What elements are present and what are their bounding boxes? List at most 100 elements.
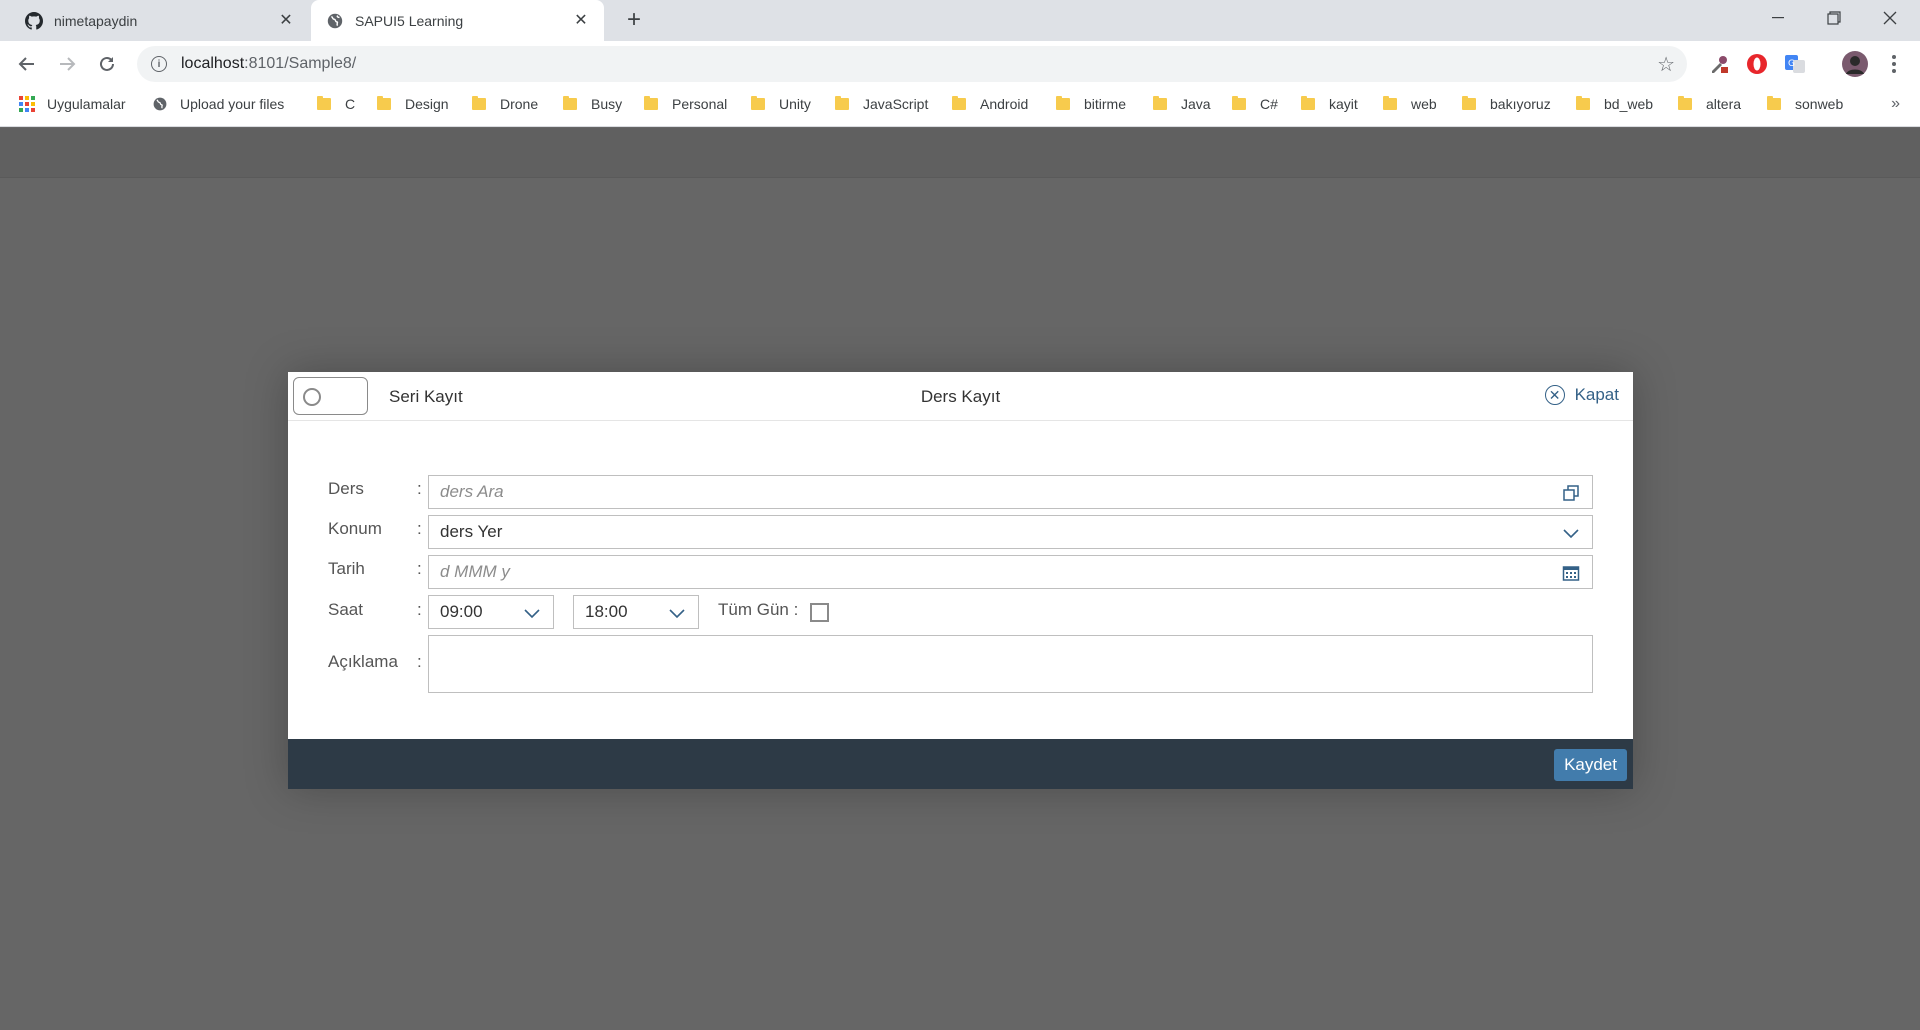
bookmark-folder[interactable]: C	[317, 87, 355, 121]
aciklama-label: Açıklama	[328, 652, 398, 671]
bookmarks-overflow-button[interactable]: »	[1891, 95, 1900, 113]
konum-value: ders Yer	[440, 522, 503, 541]
bookmark-folder[interactable]: bakıyoruz	[1462, 87, 1551, 121]
folder-icon	[952, 96, 966, 110]
dialog-title: Ders Kayıt	[920, 387, 1001, 406]
bookmark-folder[interactable]: C#	[1232, 87, 1278, 121]
calendar-icon[interactable]	[1560, 562, 1582, 584]
globe-icon	[152, 96, 168, 112]
bookmark-folder[interactable]: bitirme	[1056, 87, 1126, 121]
bookmarks-bar: Uygulamalar Upload your files C Design D…	[0, 87, 1920, 127]
tab-sapui5-learning[interactable]: SAPUI5 Learning ✕	[311, 0, 604, 41]
bookmark-folder[interactable]: Drone	[472, 87, 538, 121]
value-help-icon[interactable]	[1560, 482, 1582, 504]
folder-icon	[472, 96, 486, 110]
address-bar[interactable]: i localhost:8101/Sample8/ ☆	[137, 46, 1687, 82]
svg-text:G: G	[1788, 59, 1795, 69]
new-tab-button[interactable]: +	[622, 8, 646, 33]
colon: :	[417, 600, 422, 619]
close-label: Kapat	[1574, 385, 1619, 404]
ders-placeholder: ders Ara	[440, 482, 504, 501]
bookmark-folder[interactable]: Design	[377, 87, 449, 121]
restore-icon[interactable]	[1806, 0, 1862, 36]
end-time-value: 18:00	[585, 602, 628, 621]
url-host: localhost	[181, 55, 245, 72]
app-shell-header	[0, 128, 1920, 178]
bookmark-apps[interactable]: Uygulamalar	[19, 87, 126, 121]
close-dialog-button[interactable]: ✕ Kapat	[1544, 385, 1619, 405]
minimize-icon[interactable]	[1750, 0, 1806, 36]
folder-icon	[1462, 96, 1476, 110]
dialog-footer: Kaydet	[288, 739, 1633, 789]
folder-icon	[835, 96, 849, 110]
bookmark-folder[interactable]: Unity	[751, 87, 811, 121]
github-icon	[24, 11, 44, 31]
tarih-date-input[interactable]: d MMM y	[428, 555, 1593, 589]
close-circle-icon: ✕	[1544, 385, 1565, 405]
folder-icon	[1383, 96, 1397, 110]
bookmark-star-icon[interactable]: ☆	[1657, 52, 1675, 77]
extension-opera-icon[interactable]	[1745, 52, 1769, 76]
bookmark-upload[interactable]: Upload your files	[152, 87, 284, 121]
colon: :	[417, 652, 422, 671]
close-tab-icon[interactable]: ✕	[572, 11, 590, 29]
close-tab-icon[interactable]: ✕	[277, 11, 295, 29]
extension-translate-icon[interactable]: G	[1783, 52, 1807, 76]
folder-icon	[1056, 96, 1070, 110]
back-icon[interactable]	[13, 50, 41, 78]
dialog-header: Seri Kayıt Ders Kayıt ✕ Kapat	[288, 372, 1633, 421]
folder-icon	[1767, 96, 1781, 110]
bookmark-folder[interactable]: web	[1383, 87, 1437, 121]
konum-select[interactable]: ders Yer	[428, 515, 1593, 549]
bookmark-folder[interactable]: bd_web	[1576, 87, 1653, 121]
site-info-icon[interactable]: i	[151, 56, 167, 72]
folder-icon	[751, 96, 765, 110]
folder-icon	[644, 96, 658, 110]
start-time-select[interactable]: 09:00	[428, 595, 554, 629]
chevron-down-icon[interactable]	[521, 602, 543, 624]
folder-icon	[377, 96, 391, 110]
chevron-down-icon[interactable]	[666, 602, 688, 624]
browser-tabstrip: nimetapaydin ✕ SAPUI5 Learning ✕ +	[0, 0, 1920, 41]
saat-label: Saat	[328, 600, 363, 619]
bookmark-folder[interactable]: Busy	[563, 87, 622, 121]
end-time-select[interactable]: 18:00	[573, 595, 699, 629]
bookmark-folder[interactable]: kayit	[1301, 87, 1358, 121]
folder-icon	[1301, 96, 1315, 110]
tum-gun-checkbox[interactable]	[810, 603, 829, 622]
bookmark-folder[interactable]: altera	[1678, 87, 1741, 121]
bookmark-folder[interactable]: JavaScript	[835, 87, 928, 121]
bookmark-folder[interactable]: Personal	[644, 87, 727, 121]
tab-nimetapaydin[interactable]: nimetapaydin ✕	[14, 0, 309, 41]
tarih-label: Tarih	[328, 559, 365, 578]
bookmark-folder[interactable]: sonweb	[1767, 87, 1843, 121]
extension-eyedropper-icon[interactable]	[1707, 52, 1731, 76]
bookmark-label: Upload your files	[180, 96, 285, 112]
colon: :	[417, 519, 422, 538]
bookmark-folder[interactable]: Android	[952, 87, 1028, 121]
apps-grid-icon	[19, 96, 35, 112]
ders-kayit-dialog: Seri Kayıt Ders Kayıt ✕ Kapat Ders : der…	[288, 372, 1633, 789]
profile-avatar-icon[interactable]	[1841, 50, 1869, 78]
colon: :	[417, 559, 422, 578]
start-time-value: 09:00	[440, 602, 483, 621]
close-window-icon[interactable]	[1862, 0, 1918, 36]
ders-search-input[interactable]: ders Ara	[428, 475, 1593, 509]
folder-icon	[563, 96, 577, 110]
folder-icon	[1232, 96, 1246, 110]
bookmark-folder[interactable]: Java	[1153, 87, 1211, 121]
aciklama-textarea[interactable]	[428, 635, 1593, 693]
folder-icon	[1153, 96, 1167, 110]
browser-menu-icon[interactable]	[1882, 52, 1906, 76]
url-path: :8101/Sample8/	[244, 55, 357, 72]
tab-title: nimetapaydin	[54, 12, 138, 29]
tab-title: SAPUI5 Learning	[355, 12, 464, 29]
kaydet-button[interactable]: Kaydet	[1554, 749, 1627, 781]
folder-icon	[1576, 96, 1590, 110]
colon: :	[417, 479, 422, 498]
chevron-down-icon[interactable]	[1560, 522, 1582, 544]
browser-toolbar: i localhost:8101/Sample8/ ☆ G	[0, 41, 1920, 87]
forward-icon[interactable]	[53, 50, 81, 78]
reload-icon[interactable]	[93, 50, 121, 78]
ders-label: Ders	[328, 479, 364, 498]
